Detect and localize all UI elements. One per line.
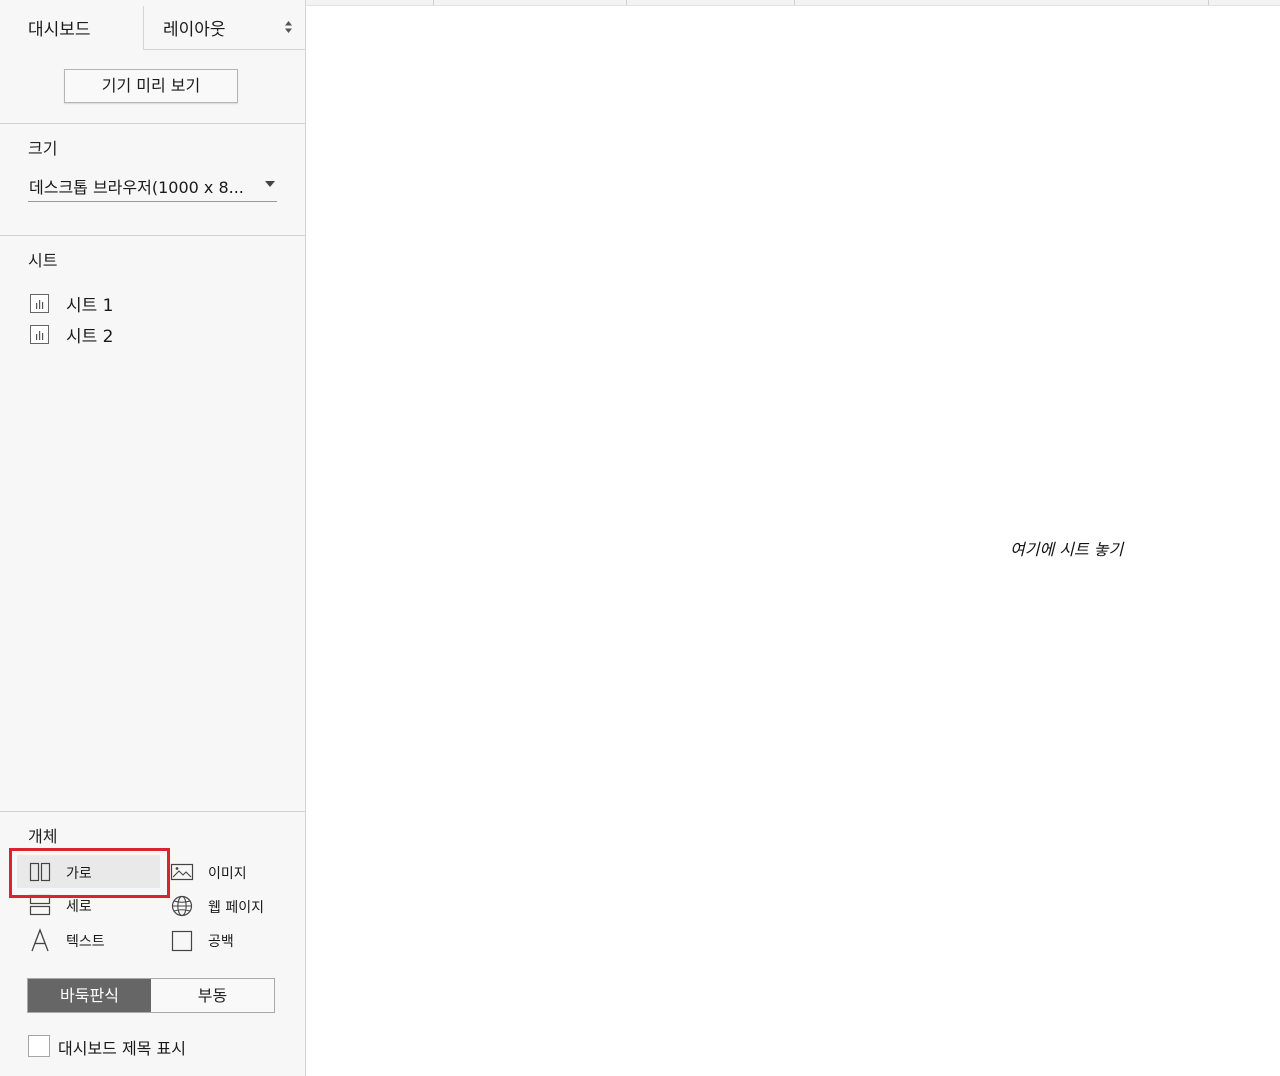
object-blank-label: 공백 xyxy=(208,934,234,950)
objects-section-title: 개체 xyxy=(28,827,58,846)
sort-updown-icon xyxy=(285,21,292,33)
object-horizontal[interactable]: 가로 xyxy=(28,857,158,887)
bar-chart-icon xyxy=(30,325,49,344)
object-image-label: 이미지 xyxy=(208,866,247,882)
object-text-label: 텍스트 xyxy=(66,934,105,950)
size-dropdown-value: 데스크톱 브라우저(1000 x 8... xyxy=(29,178,244,197)
object-web-page-label: 웹 페이지 xyxy=(208,900,264,916)
show-title-label: 대시보드 제목 표시 xyxy=(58,1039,186,1058)
object-vertical[interactable]: 세로 xyxy=(28,890,158,920)
tab-layout-label: 레이아웃 xyxy=(163,20,226,40)
section-divider xyxy=(0,811,305,812)
show-title-checkbox[interactable] xyxy=(28,1035,50,1057)
sheet-item[interactable]: 시트 2 xyxy=(28,321,268,347)
blank-icon xyxy=(171,930,193,952)
text-icon xyxy=(31,928,49,952)
chevron-down-icon xyxy=(265,181,275,187)
object-blank[interactable]: 공백 xyxy=(170,925,290,955)
object-vertical-label: 세로 xyxy=(66,899,92,915)
section-divider xyxy=(0,235,305,236)
tab-dashboard[interactable]: 대시보드 xyxy=(0,6,144,50)
globe-icon xyxy=(171,895,193,917)
strip-divider xyxy=(794,0,795,5)
sheet-item-label: 시트 1 xyxy=(66,296,114,316)
strip-divider xyxy=(433,0,434,5)
strip-divider xyxy=(1208,0,1209,5)
object-web-page[interactable]: 웹 페이지 xyxy=(170,891,290,921)
sheets-section-title: 시트 xyxy=(28,251,58,270)
object-text[interactable]: 텍스트 xyxy=(28,925,158,955)
floating-button[interactable]: 부동 xyxy=(151,979,274,1012)
show-title-row: 대시보드 제목 표시 xyxy=(28,1034,288,1058)
object-horizontal-label: 가로 xyxy=(66,866,92,882)
tab-layout[interactable]: 레이아웃 xyxy=(143,6,305,50)
dashboard-sidebar: 대시보드 레이아웃 기기 미리 보기 크기 데스크톱 브라우저(1000 x 8… xyxy=(0,0,306,1076)
drop-sheets-hint: 여기에 시트 놓기 xyxy=(1010,540,1124,559)
sheet-item[interactable]: 시트 1 xyxy=(28,290,268,316)
section-divider xyxy=(0,123,305,124)
vertical-container-icon xyxy=(29,894,51,916)
dashboard-canvas[interactable]: 여기에 시트 놓기 xyxy=(306,6,1280,1076)
layout-mode-toggle: 바둑판식 부동 xyxy=(27,978,275,1013)
size-section-title: 크기 xyxy=(28,139,58,158)
bar-chart-icon xyxy=(30,294,49,313)
object-image[interactable]: 이미지 xyxy=(170,857,290,887)
sheet-item-label: 시트 2 xyxy=(66,327,114,347)
device-preview-button[interactable]: 기기 미리 보기 xyxy=(64,69,238,103)
tab-dashboard-label: 대시보드 xyxy=(28,20,91,40)
horizontal-container-icon xyxy=(29,862,51,882)
image-icon xyxy=(170,863,194,881)
tiled-button[interactable]: 바둑판식 xyxy=(28,979,151,1012)
strip-divider xyxy=(626,0,627,5)
size-dropdown[interactable]: 데스크톱 브라우저(1000 x 8... xyxy=(28,170,277,202)
